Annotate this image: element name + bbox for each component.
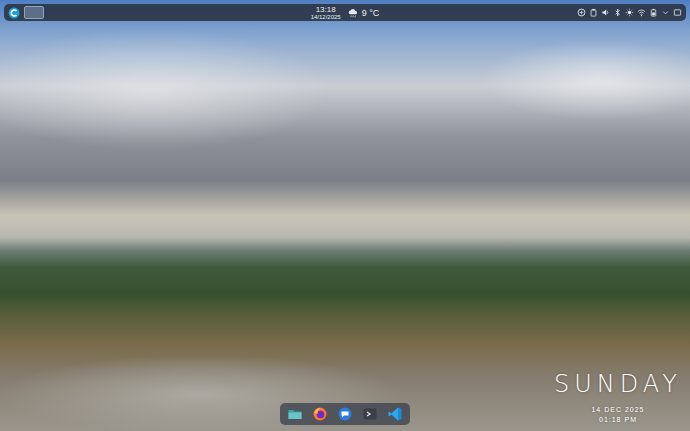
- top-panel: 13:1814/12/2025 9 °C: [4, 4, 686, 21]
- brightness-icon[interactable]: [625, 8, 634, 17]
- folder-icon[interactable]: [287, 406, 303, 422]
- volume-icon[interactable]: [601, 8, 610, 17]
- show-desktop-icon[interactable]: [673, 8, 682, 17]
- date-widget: SUNDAY 14 DEC 202501:18 PM: [554, 371, 682, 425]
- digital-clock[interactable]: 13:1814/12/2025: [311, 5, 341, 21]
- launcher-icon[interactable]: [8, 7, 20, 19]
- pager-desktop[interactable]: [24, 6, 44, 19]
- pager: [24, 6, 44, 19]
- chevron-down-icon[interactable]: [661, 8, 670, 17]
- desktop: 13:1814/12/2025 9 °C SUNDAY 14 DEC 202501:1…: [0, 0, 690, 431]
- clock-time: 13:18: [316, 6, 336, 14]
- cloud-rain-icon: [347, 8, 359, 18]
- wallpaper: [0, 0, 690, 431]
- widget-day: SUNDAY: [554, 371, 682, 397]
- vault-icon[interactable]: [577, 8, 586, 17]
- code-editor-icon[interactable]: [387, 406, 403, 422]
- network-icon[interactable]: [637, 8, 646, 17]
- battery-icon[interactable]: [649, 8, 658, 17]
- panel-left: [8, 6, 311, 19]
- dock: [280, 403, 410, 425]
- widget-time: 01:18 PM: [599, 415, 637, 425]
- bluetooth-icon[interactable]: [613, 8, 622, 17]
- weather-widget[interactable]: 9 °C: [347, 8, 380, 18]
- clock-date: 14/12/2025: [311, 14, 341, 20]
- chat-icon[interactable]: [337, 406, 353, 422]
- firefox-icon[interactable]: [312, 406, 328, 422]
- terminal-icon[interactable]: [362, 406, 378, 422]
- clipboard-icon[interactable]: [589, 8, 598, 17]
- system-tray: [379, 8, 682, 17]
- widget-date: 14 DEC 2025: [591, 405, 644, 415]
- weather-temperature: 9 °C: [362, 8, 380, 18]
- panel-center: 13:1814/12/2025 9 °C: [311, 5, 380, 21]
